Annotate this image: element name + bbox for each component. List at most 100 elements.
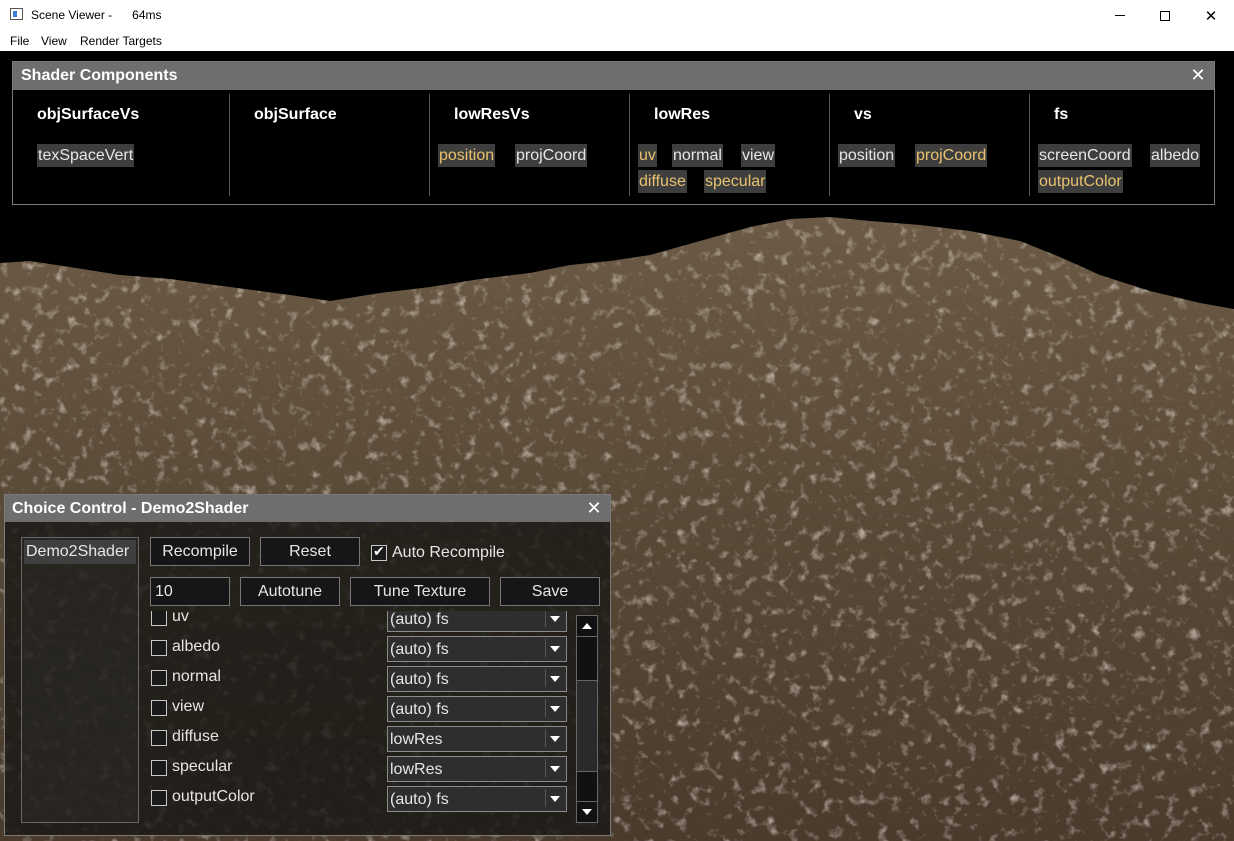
choice-label: specular: [172, 758, 233, 775]
choice-checkbox[interactable]: [151, 760, 167, 776]
dropdown-value: (auto) fs: [390, 791, 449, 808]
component-chip-outputcolor[interactable]: outputColor: [1038, 170, 1123, 193]
component-chip-view[interactable]: view: [741, 144, 776, 167]
choice-row-normal: normal (auto) fs: [145, 665, 575, 695]
component-name: fs: [1054, 106, 1069, 123]
component-chip-normal[interactable]: normal: [672, 144, 723, 167]
component-name: lowRes: [654, 106, 711, 123]
choice-checkbox[interactable]: [151, 790, 167, 806]
choice-list: uv (auto) fs albedo (auto) fs normal (au…: [145, 611, 575, 825]
choice-control-title: Choice Control - Demo2Shader: [12, 500, 249, 517]
autotune-button[interactable]: Autotune: [240, 577, 340, 606]
choice-dropdown[interactable]: (auto) fs: [387, 786, 567, 812]
choice-dropdown[interactable]: (auto) fs: [387, 636, 567, 662]
component-chip-projcoord[interactable]: projCoord: [915, 144, 988, 167]
component-chip-diffuse[interactable]: diffuse: [638, 170, 687, 193]
component-name: objSurfaceVs: [37, 106, 140, 123]
tune-texture-button[interactable]: Tune Texture: [350, 577, 490, 606]
component-chip-position[interactable]: position: [438, 144, 496, 167]
recompile-button[interactable]: Recompile: [150, 537, 250, 566]
choice-dropdown[interactable]: (auto) fs: [387, 611, 567, 632]
choice-row-uv: uv (auto) fs: [145, 611, 575, 635]
choice-dropdown[interactable]: lowRes: [387, 726, 567, 752]
component-chip-texspacevert[interactable]: texSpaceVert: [37, 144, 135, 167]
component-name: lowResVs: [454, 106, 530, 123]
scroll-up-icon[interactable]: [577, 616, 597, 637]
choice-row-diffuse: diffuse lowRes: [145, 725, 575, 755]
maximize-icon: [1160, 10, 1170, 21]
component-column-lowres: lowRes uv normal view diffuse specular: [629, 94, 829, 196]
choice-label: normal: [172, 668, 221, 685]
choice-dropdown[interactable]: (auto) fs: [387, 696, 567, 722]
dropdown-value: (auto) fs: [390, 611, 449, 628]
dropdown-value: lowRes: [390, 731, 443, 748]
auto-recompile-label: Auto Recompile: [392, 544, 505, 561]
menu-bar: File View Render Targets: [0, 31, 1234, 52]
chevron-down-icon: [545, 639, 564, 657]
dropdown-value: lowRes: [390, 761, 443, 778]
chevron-down-icon: [545, 789, 564, 807]
choice-row-view: view (auto) fs: [145, 695, 575, 725]
scroll-thumb[interactable]: [577, 680, 597, 772]
choice-scrollbar[interactable]: [576, 615, 598, 823]
choice-checkbox[interactable]: [151, 670, 167, 686]
chevron-down-icon: [545, 699, 564, 717]
shader-list-item[interactable]: Demo2Shader: [24, 540, 136, 564]
component-column-vs: vs position projCoord: [829, 94, 1029, 196]
component-column-fs: fs screenCoord albedo outputColor: [1029, 94, 1214, 196]
window-close-button[interactable]: ✕: [1188, 0, 1234, 31]
maximize-button[interactable]: [1142, 0, 1188, 31]
auto-recompile-checkbox[interactable]: ✔: [371, 543, 387, 561]
title-bar: Scene Viewer - 64ms ✕: [0, 0, 1234, 31]
choice-checkbox[interactable]: [151, 611, 167, 626]
menu-view[interactable]: View: [41, 34, 67, 48]
choice-checkbox[interactable]: [151, 730, 167, 746]
choice-row-specular: specular lowRes: [145, 755, 575, 785]
dropdown-value: (auto) fs: [390, 701, 449, 718]
component-chip-specular[interactable]: specular: [704, 170, 767, 193]
checkmark-icon: ✔: [373, 543, 385, 559]
choice-dropdown[interactable]: (auto) fs: [387, 666, 567, 692]
shader-components-close-icon[interactable]: ✕: [1188, 64, 1208, 86]
dropdown-value: (auto) fs: [390, 671, 449, 688]
choice-label: outputColor: [172, 788, 255, 805]
shader-components-header[interactable]: Shader Components ✕: [13, 62, 1214, 90]
app-icon: [10, 8, 23, 20]
iterations-input[interactable]: 10: [150, 577, 230, 606]
choice-row-albedo: albedo (auto) fs: [145, 635, 575, 665]
choice-dropdown[interactable]: lowRes: [387, 756, 567, 782]
choice-checkbox[interactable]: [151, 640, 167, 656]
shader-components-panel: Shader Components ✕ objSurfaceVs texSpac…: [12, 61, 1215, 205]
menu-file[interactable]: File: [10, 34, 29, 48]
choice-label: uv: [172, 611, 189, 625]
save-button[interactable]: Save: [500, 577, 600, 606]
minimize-icon: [1115, 15, 1125, 16]
component-chip-screencoord[interactable]: screenCoord: [1038, 144, 1132, 167]
component-name: objSurface: [254, 106, 337, 123]
chevron-down-icon: [545, 611, 564, 627]
choice-label: diffuse: [172, 728, 219, 745]
choice-label: albedo: [172, 638, 221, 655]
component-chip-albedo[interactable]: albedo: [1150, 144, 1201, 167]
close-icon: ✕: [1204, 7, 1218, 25]
choice-label: view: [172, 698, 205, 715]
choice-checkbox[interactable]: [151, 700, 167, 716]
component-column-objsurfacevs: objSurfaceVs texSpaceVert: [13, 94, 229, 196]
reset-button[interactable]: Reset: [260, 537, 360, 566]
shader-list[interactable]: Demo2Shader: [21, 537, 139, 823]
component-chip-projcoord[interactable]: projCoord: [515, 144, 588, 167]
component-chip-position[interactable]: position: [838, 144, 896, 167]
menu-render-targets[interactable]: Render Targets: [80, 34, 162, 48]
choice-control-panel: Choice Control - Demo2Shader ✕ Demo2Shad…: [4, 494, 611, 836]
choice-row-outputcolor: outputColor (auto) fs: [145, 785, 575, 815]
component-column-lowresvs: lowResVs position projCoord: [429, 94, 629, 196]
component-chip-uv[interactable]: uv: [638, 144, 657, 167]
scroll-down-icon[interactable]: [577, 801, 597, 822]
component-name: vs: [854, 106, 872, 123]
chevron-down-icon: [545, 759, 564, 777]
choice-control-header[interactable]: Choice Control - Demo2Shader ✕: [5, 495, 610, 522]
minimize-button[interactable]: [1097, 0, 1143, 31]
chevron-down-icon: [545, 669, 564, 687]
choice-control-close-icon[interactable]: ✕: [584, 497, 604, 519]
shader-components-title: Shader Components: [21, 67, 178, 84]
